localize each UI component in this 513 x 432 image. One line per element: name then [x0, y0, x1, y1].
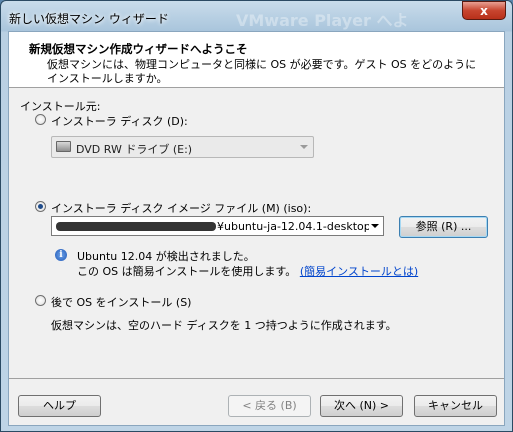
dvd-drive-icon [56, 141, 71, 152]
page-description: 仮想マシンには、物理コンピュータと同様に OS が必要です。ゲスト OS をどの… [47, 58, 477, 85]
install-later-radio[interactable] [35, 295, 46, 306]
wizard-window: VMware Player へよ 新しい仮想マシン ウィザード x 新規仮想マシ… [0, 0, 513, 432]
background-window-title: VMware Player へよ [236, 11, 409, 30]
close-icon: x [480, 3, 488, 18]
wizard-header: 新規仮想マシン作成ウィザードへようこそ 仮想マシンには、物理コンピュータと同様に… [9, 32, 504, 88]
drive-select-value: DVD RW ドライブ (E:) [76, 143, 193, 156]
install-later-label[interactable]: 後で OS をインストール (S) [51, 294, 191, 310]
chevron-down-icon [371, 224, 379, 228]
cancel-button[interactable]: キャンセル [414, 395, 497, 417]
page-title: 新規仮想マシン作成ウィザードへようこそ [29, 42, 248, 56]
iso-path-value: ¥ubuntu-ja-12.04.1-desktop [217, 220, 371, 233]
wizard-body: 新規仮想マシン作成ウィザードへようこそ 仮想マシンには、物理コンピュータと同様に… [8, 31, 505, 426]
drive-select[interactable]: DVD RW ドライブ (E:) [51, 136, 314, 158]
footer: ヘルプ < 戻る (B) 次へ (N) > キャンセル [9, 379, 504, 425]
iso-path-dropdown[interactable] [369, 217, 383, 235]
help-button[interactable]: ヘルプ [18, 395, 101, 417]
install-later-description: 仮想マシンは、空のハード ディスクを 1 つ持つように作成されます。 [51, 319, 397, 332]
easy-install-link[interactable]: (簡易インストールとは) [300, 265, 418, 278]
easy-install-message: この OS は簡易インストールを使用します。 [77, 265, 297, 278]
next-button[interactable]: 次へ (N) > [320, 395, 403, 417]
iso-image-radio[interactable] [35, 201, 46, 212]
easy-install-text: この OS は簡易インストールを使用します。 (簡易インストールとは) [77, 263, 418, 279]
install-source-label: インストール元: [20, 100, 101, 113]
detected-os-text: Ubuntu 12.04 が検出されました。 [77, 250, 255, 263]
close-button[interactable]: x [462, 1, 506, 20]
info-icon: i [55, 249, 67, 261]
installer-disc-radio[interactable] [35, 114, 46, 125]
back-button[interactable]: < 戻る (B) [228, 395, 311, 417]
title-bar[interactable]: VMware Player へよ 新しい仮想マシン ウィザード x [1, 1, 512, 31]
chevron-down-icon [300, 145, 308, 149]
iso-image-label[interactable]: インストーラ ディスク イメージ ファイル (M) (iso): [51, 200, 311, 216]
window-title: 新しい仮想マシン ウィザード [9, 12, 169, 26]
iso-path-input[interactable]: ¥ubuntu-ja-12.04.1-desktop [51, 216, 384, 236]
installer-disc-label[interactable]: インストーラ ディスク (D): [51, 113, 188, 129]
browse-button[interactable]: 参照 (R) ... [399, 216, 488, 238]
redacted-path [56, 222, 216, 231]
